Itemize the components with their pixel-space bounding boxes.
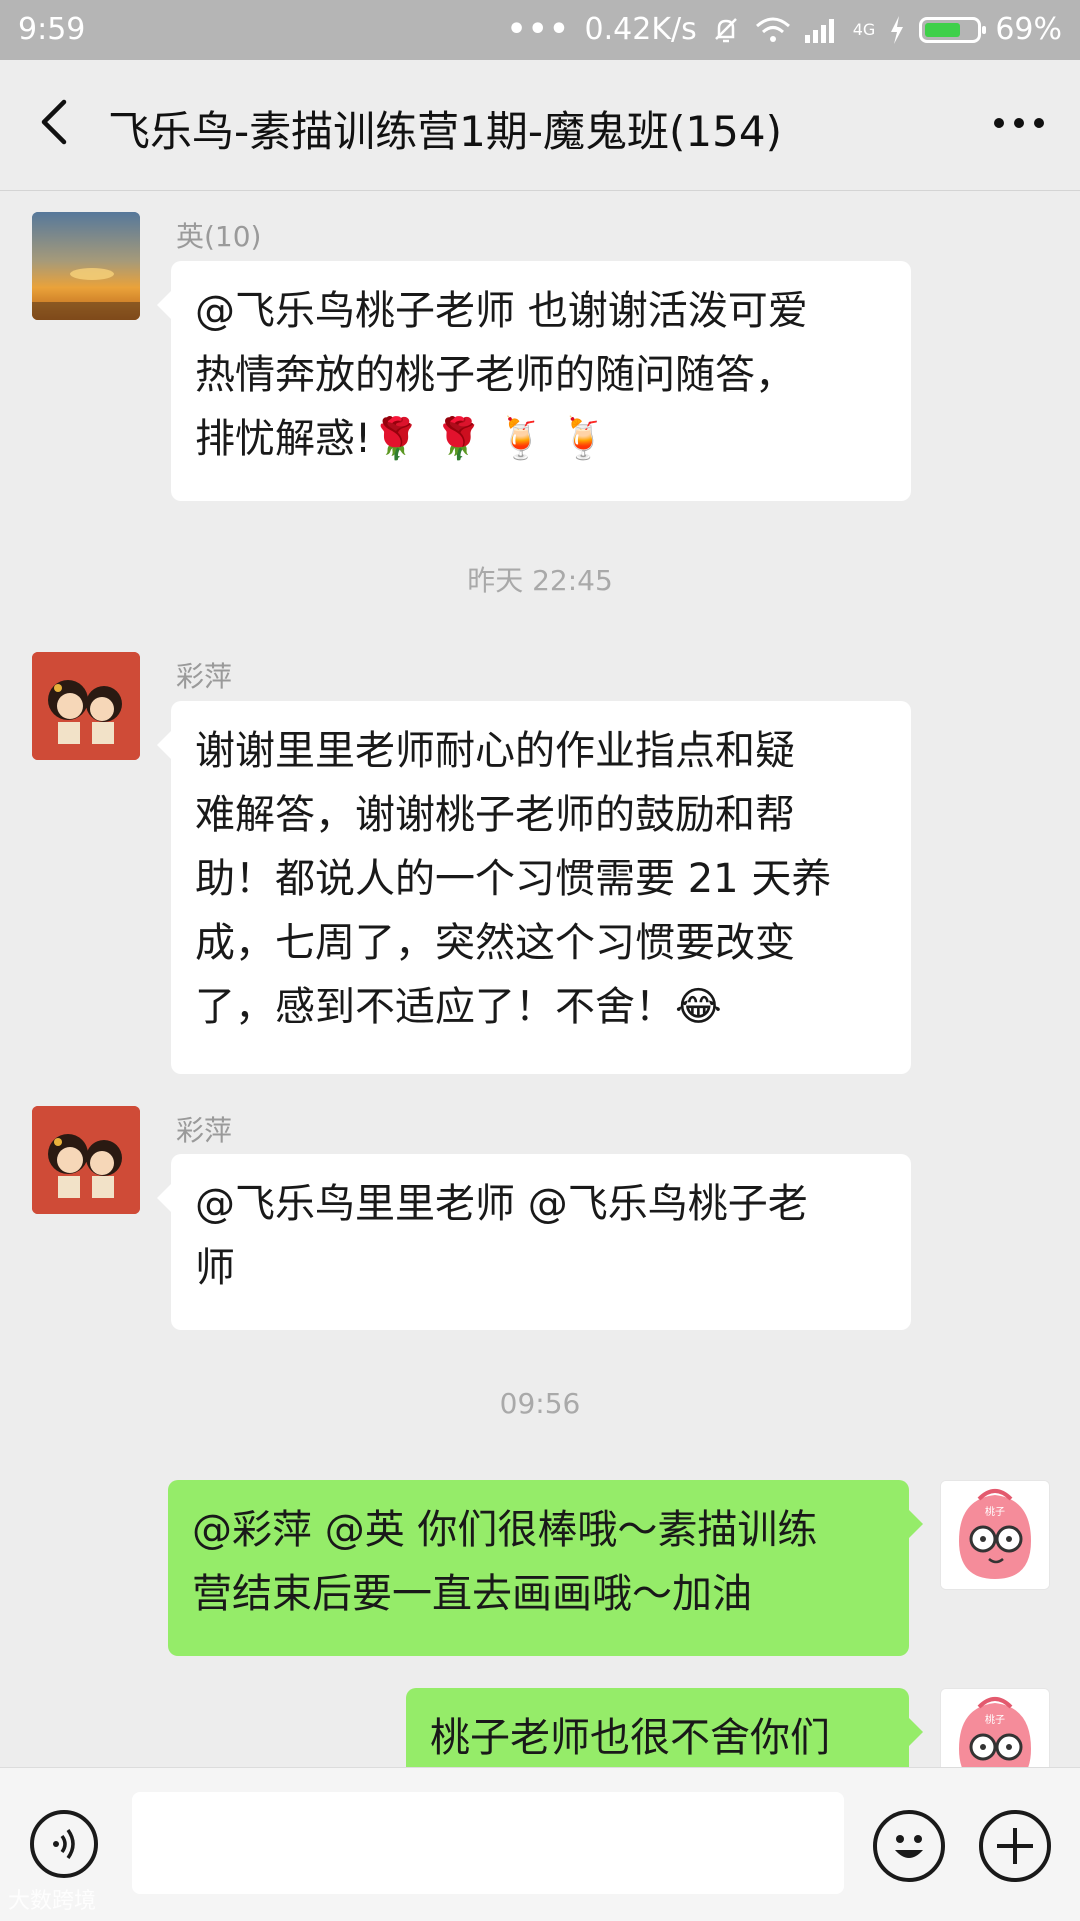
status-right: ••• 0.42K/s 4G 69% [507,12,1062,47]
message-line: 成，七周了，突然这个习惯要改变 [195,920,795,966]
battery-percent: 69% [995,12,1062,47]
message-line: 谢谢里里老师耐心的作业指点和疑 [195,728,795,774]
peach-character-image: 桃子 [941,1481,1049,1589]
charging-icon [891,15,904,44]
mute-bell-icon [714,17,737,42]
sender-name: 彩萍 [176,660,233,693]
message-line: 师 [195,1245,235,1291]
avatar-label: 桃子 [985,1713,1005,1726]
message-line: @彩萍 @英 你们很棒哦～素描训练 [192,1507,818,1553]
message-line: @飞乐鸟桃子老师 也谢谢活泼可爱 [195,288,808,334]
voice-input-icon[interactable] [30,1810,98,1878]
message-bubble[interactable]: @彩萍 @英 你们很棒哦～素描训练 营结束后要一直去画画哦～加油 [168,1480,923,1656]
message-line: 难解答，谢谢桃子老师的鼓励和帮 [195,792,795,838]
message-line: 排忧解惑!🌹 🌹 🍹 🍹 [195,416,609,462]
battery-icon [919,16,987,43]
more-options-icon[interactable] [994,118,1044,128]
timestamp: 09:56 [499,1387,581,1420]
message-bubble[interactable]: 谢谢里里老师耐心的作业指点和疑 难解答，谢谢桃子老师的鼓励和帮 助！都说人的一个… [157,701,911,1074]
network-speed: 0.42K/s [584,12,697,47]
message-line: 桃子老师也很不舍你们 [430,1715,830,1761]
status-bar: 9:59 ••• 0.42K/s 4G 69% [0,0,1080,60]
chat-header: 飞乐鸟-素描训练营1期-魔鬼班(154) [0,60,1080,191]
signal-icon [804,18,834,43]
chat-messages[interactable]: 英(10) @飞乐鸟桃子老师 也谢谢活泼可爱 热情奔放的桃子老师的随问随答， 排… [0,191,1080,1767]
message-bubble[interactable]: @飞乐鸟桃子老师 也谢谢活泼可爱 热情奔放的桃子老师的随问随答， 排忧解惑!🌹 … [157,261,911,501]
message-input[interactable] [132,1792,844,1894]
peach-character-image: 桃子 [941,1689,1049,1767]
avatar[interactable] [32,1106,140,1214]
message-line: @飞乐鸟里里老师 @飞乐鸟桃子老 [195,1181,808,1227]
message-line: 营结束后要一直去画画哦～加油 [192,1571,752,1617]
more-notifications-icon: ••• [506,12,571,47]
avatar-label: 桃子 [985,1505,1005,1518]
wifi-icon [755,17,790,42]
network-type: 4G [852,20,876,39]
avatar[interactable] [32,212,140,320]
cartoon-couple-image [32,1106,140,1214]
my-avatar[interactable]: 桃子 [940,1480,1050,1590]
emoji-icon[interactable] [873,1810,945,1882]
plus-icon[interactable] [979,1810,1051,1882]
status-time: 9:59 [18,12,86,47]
timestamp: 昨天 22:45 [467,564,613,597]
chat-title: 飞乐鸟-素描训练营1期-魔鬼班(154) [108,107,782,156]
sender-name: 彩萍 [176,1114,233,1147]
sender-name: 英(10) [176,220,262,253]
message-line: 了，感到不适应了！不舍！😂 [195,984,722,1030]
watermark: 大数跨境 [8,1889,97,1914]
battery-fill [925,22,961,37]
back-arrow-icon[interactable] [30,92,80,152]
avatar[interactable] [32,652,140,760]
message-bubble[interactable]: 桃子老师也很不舍你们 [406,1688,923,1767]
message-line: 助！都说人的一个习惯需要 21 天养 [195,856,832,902]
message-bubble[interactable]: @飞乐鸟里里老师 @飞乐鸟桃子老 师 [157,1154,911,1330]
input-bar: 大数跨境 [0,1767,1080,1921]
my-avatar[interactable]: 桃子 [940,1688,1050,1767]
message-line: 热情奔放的桃子老师的随问随答， [195,352,795,398]
cartoon-couple-image [32,652,140,760]
sunset-image [32,212,140,320]
